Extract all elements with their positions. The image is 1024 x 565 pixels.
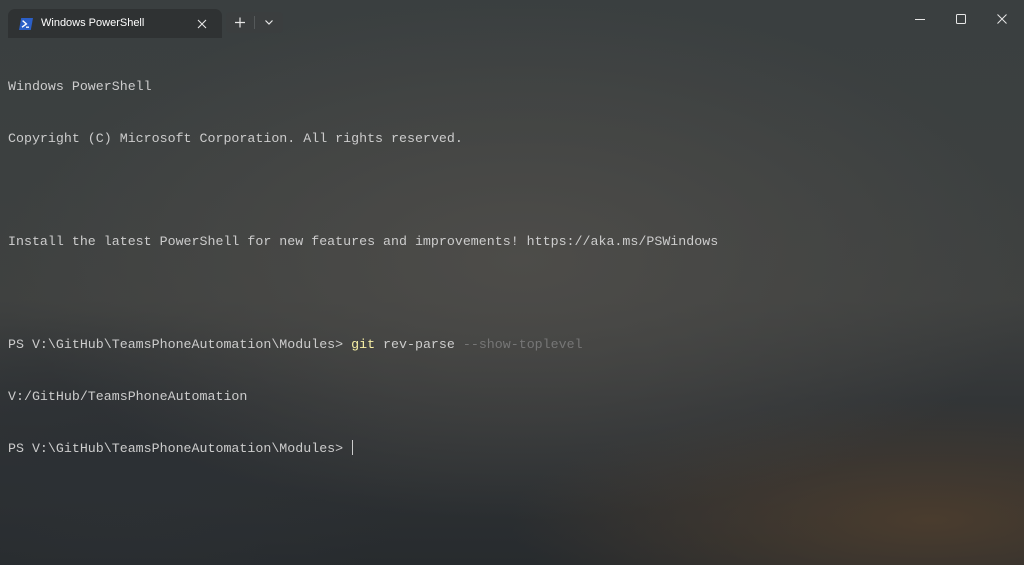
close-icon xyxy=(997,14,1007,24)
active-prompt-line[interactable]: PS V:\GitHub\TeamsPhoneAutomation\Module… xyxy=(8,439,1008,457)
new-tab-group xyxy=(226,12,283,33)
output-line: V:/GitHub/TeamsPhoneAutomation xyxy=(8,388,248,404)
terminal-output[interactable]: Windows PowerShell Copyright (C) Microso… xyxy=(8,44,1008,554)
new-tab-button[interactable] xyxy=(226,12,254,33)
title-bar[interactable]: Windows PowerShell xyxy=(0,0,1024,38)
powershell-icon xyxy=(19,17,33,30)
maximize-icon xyxy=(956,14,966,24)
command-name: git xyxy=(351,337,376,353)
command-args: rev-parse xyxy=(375,337,463,353)
profile-dropdown-button[interactable] xyxy=(255,12,283,33)
command-line: PS V:\GitHub\TeamsPhoneAutomation\Module… xyxy=(8,336,1008,353)
maximize-button[interactable] xyxy=(941,5,981,33)
minimize-button[interactable] xyxy=(900,5,940,33)
tab-close-icon[interactable] xyxy=(196,17,208,29)
minimize-icon xyxy=(915,19,925,20)
close-button[interactable] xyxy=(982,5,1022,33)
install-hint-line: Install the latest PowerShell for new fe… xyxy=(8,234,719,250)
tab-title: Windows PowerShell xyxy=(41,17,145,29)
prompt: PS V:\GitHub\TeamsPhoneAutomation\Module… xyxy=(8,440,352,456)
terminal-window: Windows PowerShell Windows PowerShell Co… xyxy=(0,0,1024,565)
prompt: PS V:\GitHub\TeamsPhoneAutomation\Module… xyxy=(8,337,352,353)
command-parameter: --show-toplevel xyxy=(462,337,583,353)
chevron-down-icon xyxy=(265,20,273,25)
text-cursor xyxy=(352,439,354,455)
banner-line: Windows PowerShell xyxy=(8,79,152,95)
plus-icon xyxy=(235,17,245,28)
tab-windows-powershell[interactable]: Windows PowerShell xyxy=(8,9,222,38)
copyright-line: Copyright (C) Microsoft Corporation. All… xyxy=(8,131,463,146)
